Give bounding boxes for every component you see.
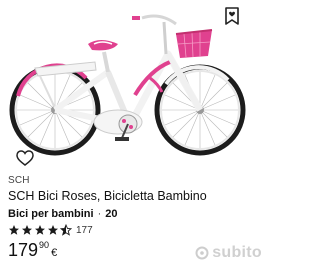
star-icon: [22, 225, 32, 235]
product-card[interactable]: SCH SCH Bici Roses, Bicicletta Bambino B…: [0, 0, 268, 270]
price-main: 179: [8, 240, 39, 260]
star-rating: [8, 224, 72, 236]
bookmark-heart-icon[interactable]: [222, 6, 242, 26]
product-title[interactable]: SCH Bici Roses, Bicicletta Bambino: [8, 189, 207, 203]
product-category: Bici per bambini: [8, 208, 94, 220]
product-size: 20: [105, 208, 118, 220]
price-cents: 90: [39, 240, 50, 250]
subito-logo-icon: [195, 246, 209, 260]
product-brand: SCH: [8, 175, 30, 186]
product-rating: 177: [8, 224, 93, 236]
rating-count: 177: [76, 224, 93, 236]
front-basket: [175, 29, 213, 58]
subito-watermark: subito: [195, 244, 262, 262]
product-subtitle: Bici per bambini · 20: [8, 208, 118, 220]
star-icon: [9, 225, 19, 235]
star-icon: [35, 225, 45, 235]
price-currency: €: [51, 247, 58, 259]
half-star-icon: [60, 224, 72, 236]
product-price: 17990€: [8, 240, 57, 261]
separator: ·: [97, 208, 102, 220]
heart-outline-icon[interactable]: [16, 150, 34, 166]
star-icon: [48, 225, 58, 235]
chain-guard: [93, 109, 143, 135]
watermark-text: subito: [212, 244, 262, 261]
